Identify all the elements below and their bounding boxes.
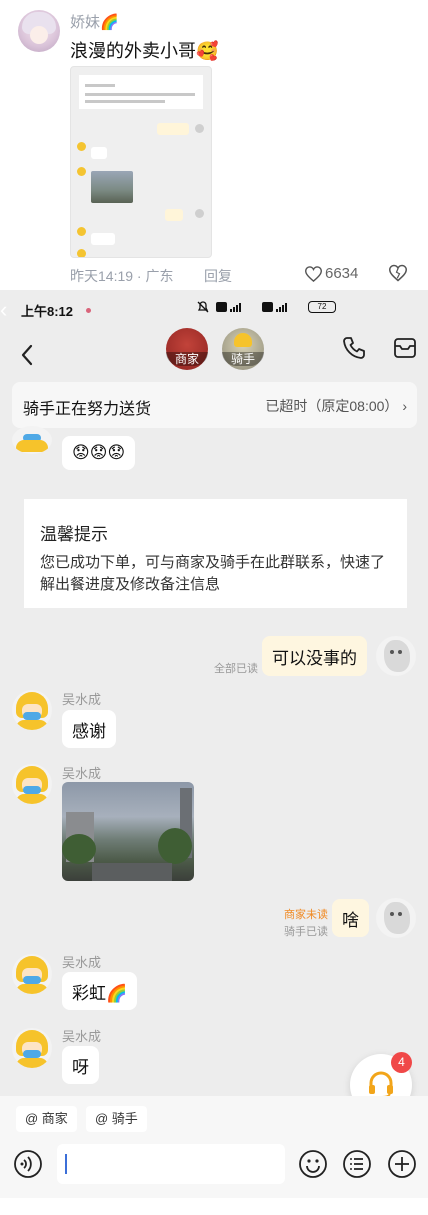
sender-name: 吴水成 (62, 766, 102, 781)
notice-title: 温馨提示 (40, 525, 108, 544)
rider-avatar-msg[interactable] (12, 764, 52, 804)
rider-read-status: 骑手已读 (284, 926, 328, 938)
delivery-status: 骑手正在努力送货 (23, 401, 152, 418)
comment-card: 娇妹🌈 浪漫的外卖小哥🥰 昨天14:19 · 广东 回复 6634 (0, 0, 428, 288)
like-button[interactable]: 6634 (305, 265, 358, 282)
message-bubble-partial[interactable]: 😟😟😟 (62, 436, 136, 470)
chat-header: 商家 骑手 (0, 328, 428, 384)
my-message-bubble[interactable]: 可以没事的 (262, 636, 367, 676)
mention-rider-chip[interactable]: @ 骑手 (86, 1106, 147, 1132)
system-nav-bar (0, 1198, 428, 1215)
like-count: 6634 (325, 265, 359, 282)
message-bubble[interactable]: 呀 (62, 1046, 99, 1084)
rider-avatar[interactable]: 骑手 (222, 328, 264, 370)
rider-label: 骑手 (222, 352, 264, 366)
message-bubble[interactable]: 彩虹🌈 (62, 972, 138, 1010)
warm-notice-card: 温馨提示 您已成功下单，可与商家及骑手在此群联系，快速了解出餐进度及修改备注信息 (24, 499, 407, 608)
battery-level: 72 (317, 302, 327, 311)
merchant-avatar[interactable]: 商家 (166, 328, 208, 370)
status-icons: 72 (196, 300, 336, 314)
signal-icon-2 (262, 302, 287, 312)
notification-dot (86, 308, 91, 313)
add-icon[interactable] (387, 1149, 417, 1179)
edge-back-icon: ‹ (0, 297, 8, 322)
comment-time-location: 昨天14:19 · 广东 (70, 268, 174, 284)
signal-icon (216, 302, 241, 312)
sender-name: 吴水成 (62, 955, 102, 970)
read-status: 全部已读 (214, 663, 258, 675)
reply-button[interactable]: 回复 (204, 266, 232, 286)
sender-name: 吴水成 (62, 1029, 102, 1044)
voice-icon[interactable] (13, 1149, 43, 1179)
emoji-icon[interactable] (298, 1149, 328, 1179)
comment-text: 浪漫的外卖小哥🥰 (70, 41, 219, 61)
message-input[interactable] (57, 1144, 285, 1184)
delivery-status-banner[interactable]: 骑手正在努力送货 已超时（原定08:00） › (12, 382, 417, 428)
battery-icon: 72 (308, 301, 336, 313)
headset-icon (369, 1071, 393, 1098)
unread-badge: 4 (391, 1052, 412, 1073)
dislike-heart-icon[interactable] (389, 264, 407, 282)
merchant-label: 商家 (166, 352, 208, 366)
back-arrow-icon[interactable] (14, 340, 42, 370)
rider-avatar-msg[interactable] (12, 690, 52, 730)
rider-avatar-msg[interactable] (12, 954, 52, 994)
sender-name: 吴水成 (62, 692, 102, 707)
rider-avatar-msg[interactable] (12, 1028, 52, 1068)
order-box-icon[interactable] (391, 334, 419, 362)
comment-screenshot-thumbnail[interactable] (70, 66, 212, 258)
message-bubble[interactable]: 感谢 (62, 710, 116, 748)
status-bar: ‹ 上午8:12 72 (0, 290, 428, 328)
mention-merchant-chip[interactable]: @ 商家 (16, 1106, 77, 1132)
rainbow-photo[interactable] (62, 782, 194, 881)
status-time: 上午8:12 (21, 304, 74, 319)
phone-icon[interactable] (340, 334, 368, 362)
chat-screenshot: ‹ 上午8:12 72 商家 骑手 骑手正在努力送货 已超时（原定08:00） … (0, 290, 428, 1215)
heart-icon (305, 265, 322, 282)
merchant-unread-status: 商家未读 (284, 909, 328, 921)
delivery-eta: 已超时（原定08:00） › (265, 398, 407, 414)
commenter-name[interactable]: 娇妹🌈 (70, 11, 119, 32)
my-avatar[interactable] (376, 898, 416, 938)
my-avatar[interactable] (376, 636, 416, 676)
commenter-avatar[interactable] (18, 10, 60, 52)
mute-icon (197, 301, 209, 313)
my-message-bubble[interactable]: 啥 (332, 899, 369, 937)
rider-avatar-partial[interactable] (12, 426, 52, 454)
notice-body: 您已成功下单，可与商家及骑手在此群联系，快速了解出餐进度及修改备注信息 (40, 554, 386, 593)
list-icon[interactable] (342, 1149, 372, 1179)
